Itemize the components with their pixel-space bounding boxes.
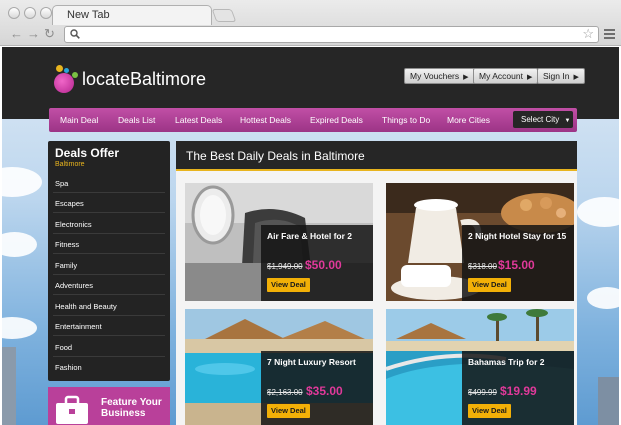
tab-title: New Tab <box>67 9 110 21</box>
logo-text: locateBaltimore <box>82 69 207 89</box>
divider <box>53 253 165 254</box>
divider <box>53 192 165 193</box>
maximize-window-button[interactable] <box>40 7 52 19</box>
chevron-right-icon: ▶ <box>573 74 579 81</box>
forward-arrow-icon[interactable]: → <box>27 26 40 42</box>
sidebar-item-electronics[interactable]: Electronics <box>55 220 92 229</box>
deal-title: Bahamas Trip for 2 <box>468 357 545 367</box>
sidebar-item-fashion[interactable]: Fashion <box>55 363 82 372</box>
deals-panel-header: The Best Daily Deals in Baltimore <box>176 141 577 171</box>
feature-text: Feature Your Business <box>101 397 162 419</box>
nav-more-cities[interactable]: More Cities <box>447 115 490 125</box>
logo-dot <box>56 65 63 72</box>
sign-in-label: Sign In <box>543 71 570 81</box>
browser-menu-icon[interactable] <box>604 29 615 39</box>
my-account-label: My Account <box>479 71 523 81</box>
divider <box>53 356 165 357</box>
caret-down-icon: ▼ <box>564 118 571 124</box>
sidebar-item-fitness[interactable]: Fitness <box>55 240 79 249</box>
sidebar-item-food[interactable]: Food <box>55 343 72 352</box>
my-vouchers-label: My Vouchers <box>410 71 460 81</box>
browser-chrome: New Tab ← → ↻ ☆ <box>0 0 621 46</box>
deals-sidebar: Deals Offer Baltimore Spa Escapes Electr… <box>48 141 170 381</box>
view-deal-button[interactable]: View Deal <box>468 404 511 418</box>
main-navbar: Main Deal Deals List Latest Deals Hottes… <box>49 108 577 132</box>
divider <box>53 212 165 213</box>
divider <box>53 335 165 336</box>
deal-title: 2 Night Hotel Stay for 15 <box>468 231 567 241</box>
new-tab-button[interactable] <box>211 9 237 22</box>
select-city-dropdown[interactable]: Select City ▼ <box>513 111 573 128</box>
deal-price: $15.00 <box>498 258 535 272</box>
divider <box>53 294 165 295</box>
logo-dot <box>54 73 74 93</box>
nav-expired-deals[interactable]: Expired Deals <box>310 115 363 125</box>
sign-in-button[interactable]: Sign In ▶ <box>537 68 585 84</box>
site-logo[interactable]: locateBaltimore <box>52 63 212 95</box>
sidebar-item-escapes[interactable]: Escapes <box>55 199 84 208</box>
cloud-decoration <box>2 317 37 339</box>
address-bar[interactable]: ☆ <box>64 26 599 43</box>
building-decoration <box>598 377 619 425</box>
minimize-window-button[interactable] <box>24 7 36 19</box>
deal-card[interactable]: 7 Night Luxury Resort $2,163.00 $35.00 V… <box>185 309 373 425</box>
nav-latest-deals[interactable]: Latest Deals <box>175 115 222 125</box>
deal-card[interactable]: 2 Night Hotel Stay for 15 $318.00 $15.00… <box>386 183 574 301</box>
cloud-decoration <box>577 197 619 227</box>
original-price: $1,949.00 <box>267 262 303 271</box>
deal-info-panel: 7 Night Luxury Resort $2,163.00 $35.00 V… <box>261 351 373 425</box>
sidebar-subtitle: Baltimore <box>55 161 85 168</box>
logo-dot <box>72 72 78 78</box>
original-price: $318.00 <box>468 262 497 271</box>
reload-icon[interactable]: ↻ <box>44 26 55 42</box>
divider <box>53 315 165 316</box>
nav-things-to-do[interactable]: Things to Do <box>382 115 430 125</box>
cloud-decoration <box>2 232 37 257</box>
sidebar-item-family[interactable]: Family <box>55 261 77 270</box>
nav-main-deal[interactable]: Main Deal <box>60 115 98 125</box>
view-deal-button[interactable]: View Deal <box>267 404 310 418</box>
deal-price: $19.99 <box>500 384 537 398</box>
deal-price: $50.00 <box>305 258 342 272</box>
page-title: The Best Daily Deals in Baltimore <box>186 149 365 163</box>
divider <box>53 233 165 234</box>
deal-price: $35.00 <box>306 384 343 398</box>
deal-card[interactable]: Air Fare & Hotel for 2 $1,949.00 $50.00 … <box>185 183 373 301</box>
browser-tab[interactable]: New Tab <box>52 5 212 25</box>
building-decoration <box>2 347 16 425</box>
cloud-decoration <box>2 167 42 197</box>
chevron-right-icon: ▶ <box>526 74 533 81</box>
feature-your-business-banner[interactable]: Feature Your Business <box>48 387 170 425</box>
original-price: $2,163.00 <box>267 388 303 397</box>
sidebar-item-adventures[interactable]: Adventures <box>55 281 93 290</box>
deal-card[interactable]: Bahamas Trip for 2 $499.99 $19.99 View D… <box>386 309 574 425</box>
cloud-decoration <box>587 287 619 309</box>
web-page: locateBaltimore My Vouchers ▶ My Account ▶… <box>2 47 619 425</box>
nav-deals-list[interactable]: Deals List <box>118 115 155 125</box>
view-deal-button[interactable]: View Deal <box>267 278 310 292</box>
deal-title: 7 Night Luxury Resort <box>267 357 356 367</box>
sidebar-item-spa[interactable]: Spa <box>55 179 68 188</box>
back-arrow-icon[interactable]: ← <box>10 26 23 42</box>
deal-info-panel: 2 Night Hotel Stay for 15 $318.00 $15.00… <box>462 225 574 301</box>
deal-title: Air Fare & Hotel for 2 <box>267 231 353 241</box>
my-account-button[interactable]: My Account ▶ <box>473 68 539 84</box>
deal-info-panel: Air Fare & Hotel for 2 $1,949.00 $50.00 … <box>261 225 373 301</box>
deals-panel: The Best Daily Deals in Baltimore Air Fa… <box>176 141 577 425</box>
view-deal-button[interactable]: View Deal <box>468 278 511 292</box>
sidebar-item-entertainment[interactable]: Entertainment <box>55 322 102 331</box>
sidebar-title: Deals Offer <box>55 146 120 160</box>
search-icon <box>70 29 80 39</box>
my-vouchers-button[interactable]: My Vouchers ▶ <box>404 68 475 84</box>
close-window-button[interactable] <box>8 7 20 19</box>
original-price: $499.99 <box>468 388 497 397</box>
chevron-right-icon: ▶ <box>463 74 469 81</box>
bookmark-star-icon[interactable]: ☆ <box>582 26 594 42</box>
nav-hottest-deals[interactable]: Hottest Deals <box>240 115 291 125</box>
briefcase-icon <box>56 395 88 424</box>
divider <box>53 274 165 275</box>
sidebar-item-health-and-beauty[interactable]: Health and Beauty <box>55 302 117 311</box>
select-city-label: Select City <box>521 115 560 124</box>
deal-info-panel: Bahamas Trip for 2 $499.99 $19.99 View D… <box>462 351 574 425</box>
